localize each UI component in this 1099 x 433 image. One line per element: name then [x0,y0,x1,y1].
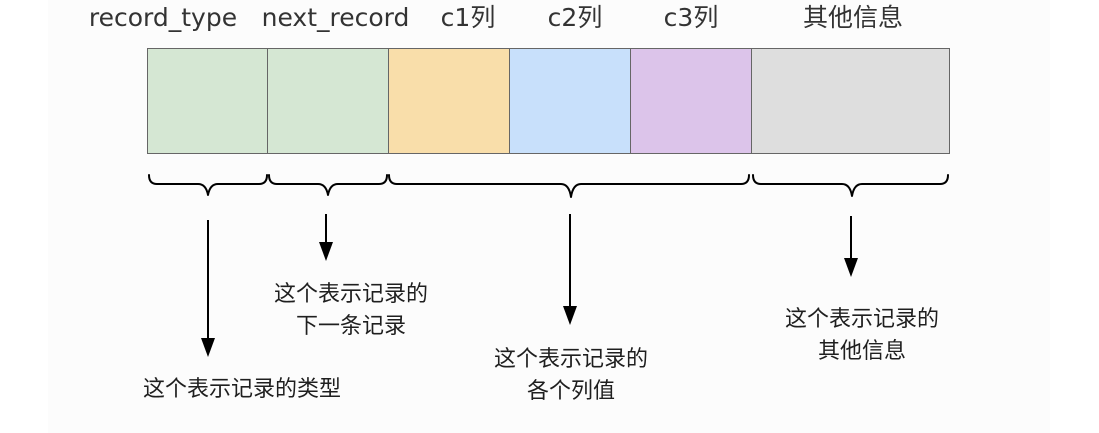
arrow-other-info-icon [844,258,858,277]
note-columns: 这个表示记录的 各个列值 [493,347,648,404]
note-other-info: 这个表示记录的 其他信息 [784,307,939,364]
brace-record-type [148,174,268,196]
brace-columns [388,174,750,198]
note-record-type: 这个表示记录的类型 [142,377,341,402]
arrow-columns-icon [563,306,577,325]
diagram-canvas: record_type next_record c1列 c2列 c3列 其他信息… [0,0,1099,433]
brace-other-info [752,174,949,197]
arrow-next-record-icon [319,242,333,261]
brace-next-record [268,174,388,196]
arrow-record-type-icon [201,338,215,357]
note-next-record: 这个表示记录的 下一条记录 [273,282,428,339]
